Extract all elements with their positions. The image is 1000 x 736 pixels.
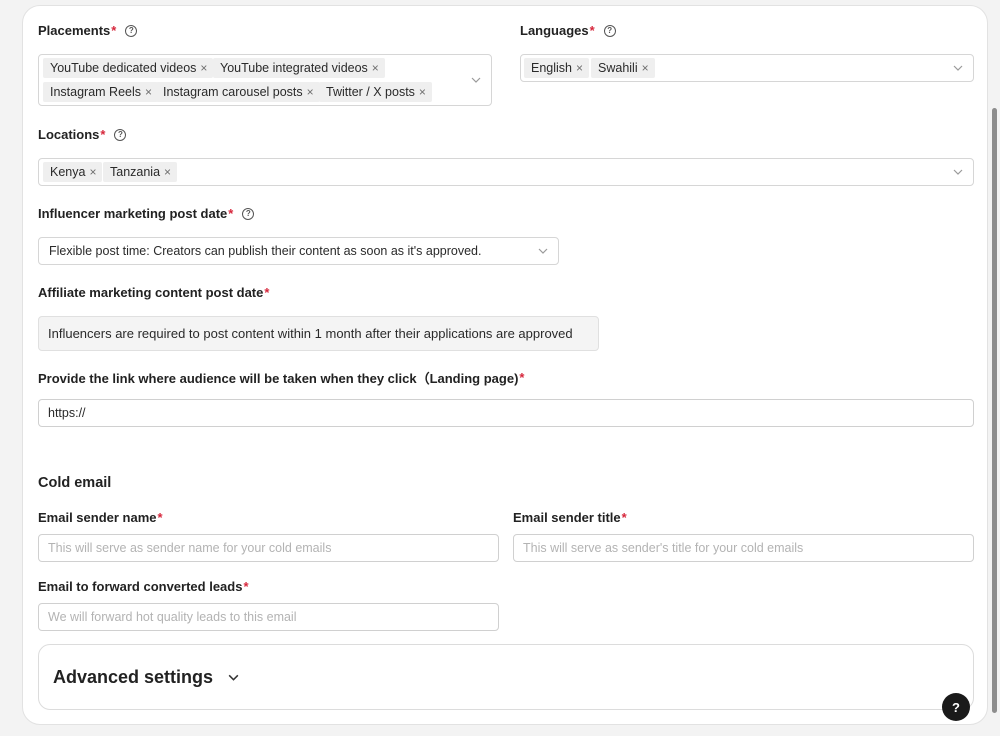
placement-tag: YouTube integrated videos × bbox=[213, 58, 385, 78]
tag-label: YouTube dedicated videos bbox=[50, 61, 197, 75]
sender-name-label-text: Email sender name bbox=[38, 510, 157, 525]
required-asterisk: * bbox=[621, 510, 627, 525]
placement-tag: Instagram carousel posts × bbox=[156, 82, 320, 102]
tag-label: Instagram Reels bbox=[50, 85, 142, 99]
placements-label: Placements * ? bbox=[38, 23, 138, 38]
sender-title-input[interactable] bbox=[513, 534, 974, 562]
tag-remove-icon[interactable]: × bbox=[89, 165, 96, 179]
placement-tag: Twitter / X posts × bbox=[319, 82, 432, 102]
tag-remove-icon[interactable]: × bbox=[307, 85, 314, 99]
locations-label-text: Locations bbox=[38, 127, 100, 142]
location-tag: Tanzania × bbox=[103, 162, 178, 182]
tag-label: YouTube integrated videos bbox=[220, 61, 368, 75]
tag-label: Tanzania bbox=[110, 165, 161, 179]
forward-email-label: Email to forward converted leads * bbox=[38, 579, 249, 594]
tag-remove-icon[interactable]: × bbox=[200, 61, 207, 75]
tag-remove-icon[interactable]: × bbox=[164, 165, 171, 179]
sender-name-label: Email sender name * bbox=[38, 510, 163, 525]
required-asterisk: * bbox=[519, 370, 525, 385]
sender-title-label-text: Email sender title bbox=[513, 510, 621, 525]
required-asterisk: * bbox=[157, 510, 163, 525]
help-button[interactable]: ? bbox=[942, 693, 970, 721]
landing-page-label: Provide the link where audience will be … bbox=[38, 368, 524, 387]
forward-email-label-text: Email to forward converted leads bbox=[38, 579, 243, 594]
affiliate-post-date-label-text: Affiliate marketing content post date bbox=[38, 285, 264, 300]
required-asterisk: * bbox=[111, 23, 117, 38]
required-asterisk: * bbox=[100, 127, 106, 142]
influencer-post-date-label-text: Influencer marketing post date bbox=[38, 206, 228, 221]
cold-email-title: Cold email bbox=[38, 475, 112, 491]
forward-email-input[interactable] bbox=[38, 603, 499, 631]
language-tag: English × bbox=[524, 58, 590, 78]
required-asterisk: * bbox=[228, 206, 234, 221]
landing-page-input[interactable] bbox=[38, 399, 974, 427]
chevron-down-icon bbox=[228, 674, 239, 681]
scrollbar-thumb[interactable] bbox=[992, 108, 997, 713]
languages-label-text: Languages bbox=[520, 23, 589, 38]
tag-label: Instagram carousel posts bbox=[163, 85, 303, 99]
chevron-down-icon[interactable] bbox=[952, 166, 964, 178]
chevron-down-icon[interactable] bbox=[537, 245, 549, 257]
locations-select[interactable] bbox=[38, 158, 974, 186]
tag-remove-icon[interactable]: × bbox=[642, 61, 649, 75]
tag-label: Swahili bbox=[598, 61, 638, 75]
tag-remove-icon[interactable]: × bbox=[419, 85, 426, 99]
languages-label: Languages * ? bbox=[520, 23, 616, 38]
placements-label-text: Placements bbox=[38, 23, 111, 38]
tag-label: Kenya bbox=[50, 165, 86, 179]
sender-title-label: Email sender title * bbox=[513, 510, 627, 525]
affiliate-post-date-value: Influencers are required to post content… bbox=[48, 326, 573, 341]
tag-label: English bbox=[531, 61, 572, 75]
sender-name-input[interactable] bbox=[38, 534, 499, 562]
tag-remove-icon[interactable]: × bbox=[372, 61, 379, 75]
required-asterisk: * bbox=[243, 579, 249, 594]
influencer-post-date-label: Influencer marketing post date * ? bbox=[38, 206, 255, 221]
chevron-down-icon[interactable] bbox=[470, 74, 482, 86]
chevron-down-icon[interactable] bbox=[952, 62, 964, 74]
tag-remove-icon[interactable]: × bbox=[145, 85, 152, 99]
required-asterisk: * bbox=[264, 285, 270, 300]
advanced-settings-label: Advanced settings bbox=[53, 667, 214, 687]
locations-label: Locations * ? bbox=[38, 127, 127, 142]
question-circle-icon[interactable]: ? bbox=[114, 128, 127, 141]
advanced-settings-toggle[interactable]: Advanced settings bbox=[53, 667, 240, 688]
placement-tag: YouTube dedicated videos × bbox=[43, 58, 214, 78]
landing-page-label-text: Provide the link where audience will be … bbox=[38, 371, 519, 386]
tag-label: Twitter / X posts bbox=[326, 85, 415, 99]
placement-tag: Instagram Reels × bbox=[43, 82, 159, 102]
question-circle-icon[interactable]: ? bbox=[242, 207, 255, 220]
language-tag: Swahili × bbox=[591, 58, 655, 78]
question-circle-icon[interactable]: ? bbox=[603, 24, 616, 37]
influencer-post-date-value: Flexible post time: Creators can publish… bbox=[49, 244, 482, 258]
affiliate-post-date-label: Affiliate marketing content post date * bbox=[38, 285, 269, 300]
question-circle-icon[interactable]: ? bbox=[125, 24, 138, 37]
location-tag: Kenya × bbox=[43, 162, 103, 182]
tag-remove-icon[interactable]: × bbox=[576, 61, 583, 75]
required-asterisk: * bbox=[589, 23, 595, 38]
